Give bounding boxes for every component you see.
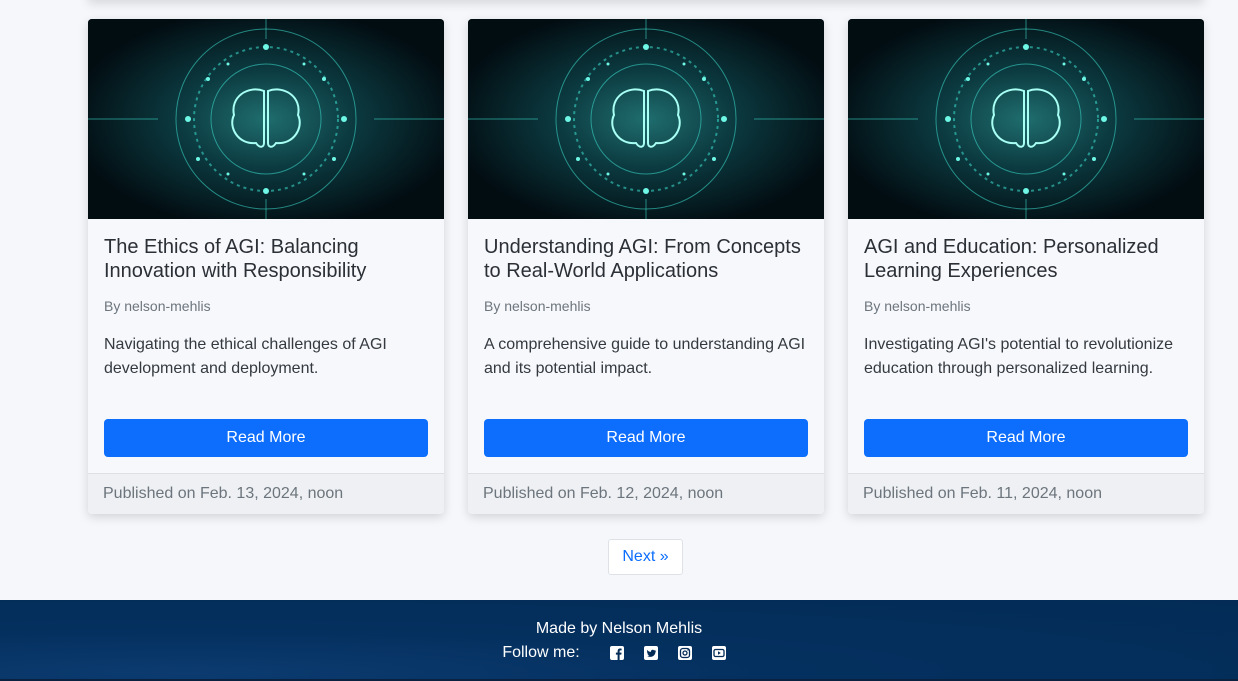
card-footer: Published on Feb. 12, 2024, noon xyxy=(468,473,824,514)
article-card: The Ethics of AGI: Balancing Innovation … xyxy=(88,19,444,514)
instagram-icon[interactable] xyxy=(677,646,692,660)
card-description: Investigating AGI's potential to revolut… xyxy=(864,336,1174,377)
article-card: AGI and Education: Personalized Learning… xyxy=(848,19,1204,514)
made-by-text: Made by Nelson Mehlis xyxy=(535,620,703,637)
card-author: By nelson-mehlis xyxy=(864,298,971,314)
read-more-button[interactable]: Read More xyxy=(104,419,428,457)
card-description: Navigating the ethical challenges of AGI… xyxy=(104,336,387,377)
facebook-icon[interactable] xyxy=(609,646,624,660)
card-title[interactable]: AGI and Education: Personalized Learning… xyxy=(864,235,1188,283)
card-description: A comprehensive guide to understanding A… xyxy=(484,336,806,377)
card-body: The Ethics of AGI: Balancing Innovation … xyxy=(88,219,444,473)
card-author: By nelson-mehlis xyxy=(484,298,591,314)
published-date: Published on Feb. 11, 2024, noon xyxy=(863,485,1102,502)
youtube-icon[interactable] xyxy=(711,646,726,660)
twitter-icon[interactable] xyxy=(643,646,658,660)
card-body: AGI and Education: Personalized Learning… xyxy=(848,219,1204,473)
card-body: Understanding AGI: From Concepts to Real… xyxy=(468,219,824,473)
follow-label: Follow me: xyxy=(502,644,580,661)
card-title[interactable]: The Ethics of AGI: Balancing Innovation … xyxy=(104,235,428,283)
follow-row: Follow me: xyxy=(0,644,1238,662)
card-author: By nelson-mehlis xyxy=(104,298,211,314)
next-page-button[interactable]: Next » xyxy=(608,539,683,575)
published-date: Published on Feb. 12, 2024, noon xyxy=(483,485,724,502)
card-footer: Published on Feb. 13, 2024, noon xyxy=(88,473,444,514)
article-image[interactable] xyxy=(88,19,444,219)
card-title[interactable]: Understanding AGI: From Concepts to Real… xyxy=(484,235,808,283)
article-cards-row: The Ethics of AGI: Balancing Innovation … xyxy=(88,19,1204,514)
read-more-button[interactable]: Read More xyxy=(864,419,1188,457)
article-image[interactable] xyxy=(848,19,1204,219)
article-image[interactable] xyxy=(468,19,824,219)
published-date: Published on Feb. 13, 2024, noon xyxy=(103,485,344,502)
read-more-button[interactable]: Read More xyxy=(484,419,808,457)
card-footer: Published on Feb. 11, 2024, noon xyxy=(848,473,1204,514)
site-footer: Made by Nelson Mehlis Follow me: xyxy=(0,600,1238,681)
article-card: Understanding AGI: From Concepts to Real… xyxy=(468,19,824,514)
